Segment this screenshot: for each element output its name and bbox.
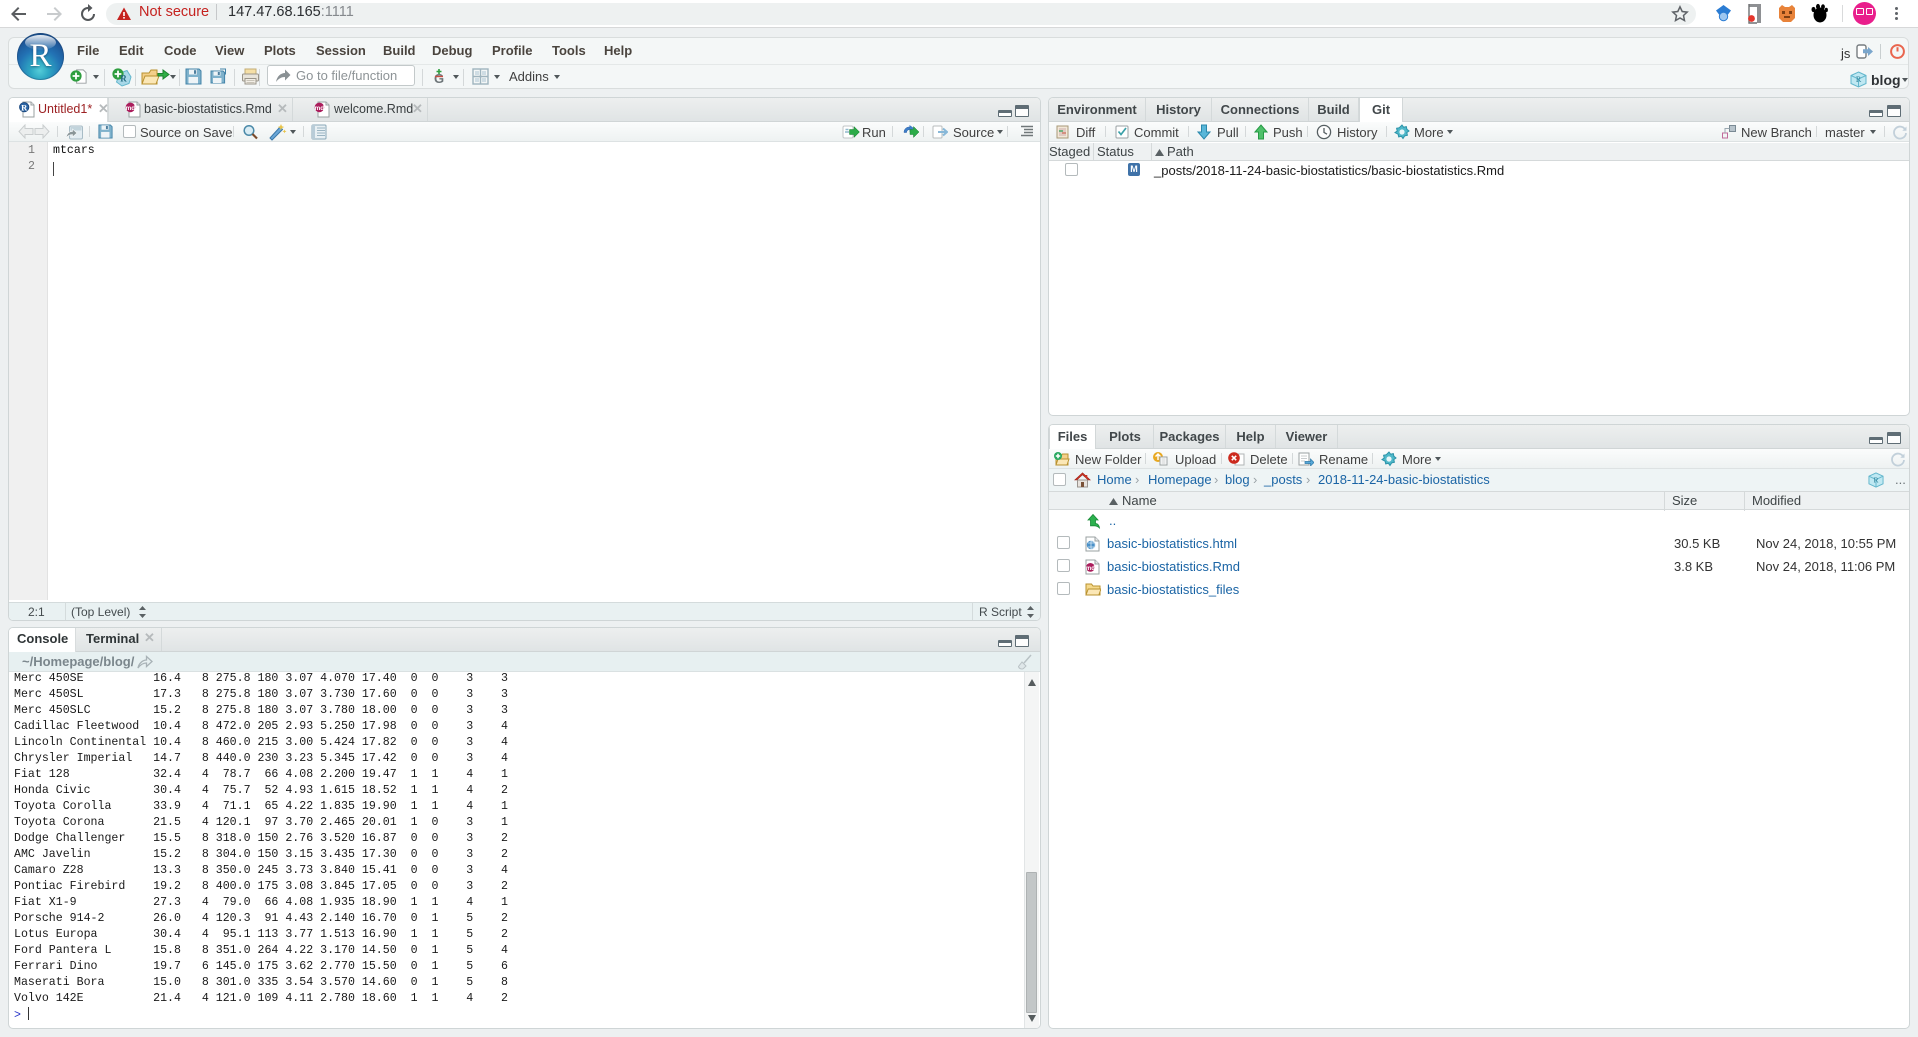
- svg-text:md: md: [315, 105, 325, 112]
- svg-text:R: R: [1873, 475, 1878, 484]
- svg-text:md: md: [1086, 566, 1095, 572]
- svg-text:R: R: [1856, 75, 1862, 84]
- svg-text:md: md: [126, 105, 136, 112]
- svg-text:R: R: [120, 74, 127, 84]
- svg-text:R: R: [21, 102, 28, 112]
